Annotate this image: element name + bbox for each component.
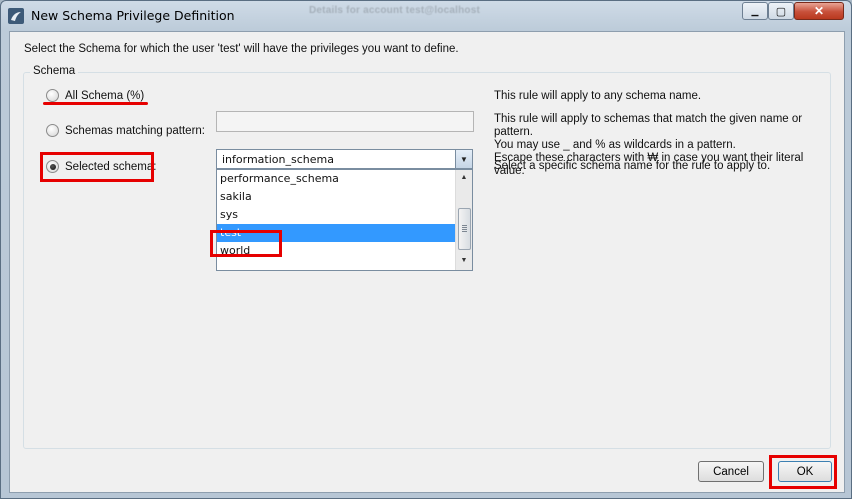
- schema-combobox-value: information_schema: [222, 153, 334, 166]
- title-bar[interactable]: New Schema Privilege Definition Details …: [1, 1, 851, 30]
- window-title: New Schema Privilege Definition: [31, 8, 235, 23]
- instruction-text: Select the Schema for which the user 'te…: [24, 43, 459, 55]
- cancel-button[interactable]: Cancel: [698, 461, 764, 482]
- all-schema-description: This rule will apply to any schema name.: [494, 90, 702, 102]
- ok-annotation-box: [769, 455, 837, 489]
- schema-group-label: Schema: [30, 65, 79, 77]
- close-button[interactable]: ✕: [794, 2, 844, 20]
- all-schema-annotation-underline: [43, 102, 148, 105]
- pattern-option[interactable]: Schemas matching pattern:: [46, 124, 205, 137]
- mysql-workbench-icon: [8, 8, 24, 24]
- background-window-title: Details for account test@localhost: [309, 5, 481, 16]
- all-schema-label[interactable]: All Schema (%): [65, 90, 144, 102]
- pattern-radio[interactable]: [46, 124, 59, 137]
- dropdown-scrollbar[interactable]: ▲ ▼: [455, 170, 472, 270]
- pattern-input[interactable]: [216, 111, 474, 132]
- dropdown-item[interactable]: performance_schema: [217, 170, 456, 188]
- scrollbar-thumb[interactable]: [458, 208, 471, 250]
- pattern-label[interactable]: Schemas matching pattern:: [65, 125, 205, 137]
- minimize-button[interactable]: ▁: [742, 2, 768, 20]
- chevron-down-icon[interactable]: ▼: [455, 150, 472, 168]
- test-item-annotation-box: [210, 230, 282, 257]
- maximize-button[interactable]: ▢: [768, 2, 794, 20]
- dialog-content: Select the Schema for which the user 'te…: [9, 31, 845, 493]
- scroll-down-arrow-icon[interactable]: ▼: [456, 253, 472, 269]
- dialog-window: New Schema Privilege Definition Details …: [0, 0, 852, 499]
- selected-schema-description: Select a specific schema name for the ru…: [494, 160, 771, 172]
- all-schema-radio[interactable]: [46, 89, 59, 102]
- all-schema-option[interactable]: All Schema (%): [46, 89, 144, 102]
- pattern-description-line: This rule will apply to schemas that mat…: [494, 113, 803, 138]
- dropdown-item[interactable]: sakila: [217, 188, 456, 206]
- close-icon: ✕: [813, 4, 825, 18]
- dropdown-item[interactable]: sys: [217, 206, 456, 224]
- schema-combobox[interactable]: information_schema ▼: [216, 149, 473, 169]
- selected-schema-annotation-box: [40, 152, 154, 182]
- scroll-up-arrow-icon[interactable]: ▲: [456, 170, 472, 186]
- maximize-icon: ▢: [775, 5, 787, 18]
- pattern-description-line: You may use _ and % as wildcards in a pa…: [494, 139, 736, 151]
- minimize-icon: ▁: [751, 6, 759, 16]
